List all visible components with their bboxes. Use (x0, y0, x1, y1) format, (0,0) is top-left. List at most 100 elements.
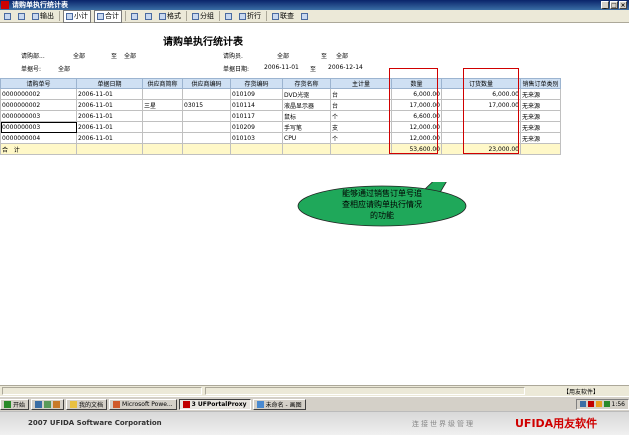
table-cell[interactable]: 鼠标 (282, 110, 331, 122)
table-cell[interactable]: 010103 (230, 132, 283, 144)
task-my-documents[interactable]: 我的文档 (66, 398, 108, 410)
table-cell[interactable]: 2006-11-01 (76, 132, 143, 144)
table-cell[interactable]: 个 (330, 132, 392, 144)
subtotal-button[interactable]: 小计 (63, 9, 91, 23)
table-cell[interactable]: DVD光驱 (282, 88, 331, 100)
table-cell[interactable] (182, 121, 231, 133)
col-header[interactable]: 存货名称 (282, 78, 331, 89)
total-label: 合计 (105, 12, 119, 20)
table-cell[interactable]: 010114 (230, 99, 283, 111)
wrap-button[interactable]: 折行 (237, 11, 263, 22)
sum-icon (97, 12, 104, 20)
col-header[interactable]: 请购单号 (0, 78, 77, 89)
selected-cell[interactable]: 0000000003 (0, 121, 77, 133)
ie-icon (35, 400, 43, 408)
folder-icon (70, 400, 78, 408)
total-button[interactable]: 合计 (94, 9, 122, 23)
table-cell[interactable]: 2006-11-01 (76, 99, 143, 111)
table-cell[interactable]: 0000000002 (0, 88, 77, 100)
task-powerpoint[interactable]: Microsoft Powe... (109, 398, 177, 410)
table-cell[interactable]: 010109 (230, 88, 283, 100)
col-header[interactable]: 供应商简称 (142, 78, 183, 89)
table-cell[interactable] (142, 132, 183, 144)
table-cell[interactable]: 无来源 (520, 110, 561, 122)
task-label: 3 UFPortalProxy (191, 400, 247, 408)
table-cell[interactable]: CPU (282, 132, 331, 144)
table-cell[interactable]: 03015 (182, 99, 231, 111)
ufida-icon (182, 400, 190, 408)
table-cell[interactable]: 无来源 (520, 88, 561, 100)
table-cell[interactable]: 手写笔 (282, 121, 331, 133)
table-cell[interactable] (182, 88, 231, 100)
export-icon (32, 12, 39, 20)
table-cell[interactable] (142, 121, 183, 133)
date-to-label: 至 (310, 66, 317, 73)
table-cell[interactable] (142, 110, 183, 122)
group-button[interactable]: 分组 (190, 11, 216, 22)
table-cell[interactable]: 台 (330, 88, 392, 100)
col-header[interactable]: 单据日期 (76, 78, 143, 89)
col-header[interactable]: 供应商编码 (182, 78, 231, 89)
task-ufportalproxy[interactable]: 3 UFPortalProxy (178, 398, 251, 410)
status-cell (205, 387, 525, 395)
table-cell[interactable]: 液晶显示器 (282, 99, 331, 111)
desktop-icon (44, 400, 52, 408)
network-icon[interactable] (579, 401, 586, 407)
total-cell (230, 143, 283, 155)
format-button[interactable]: 格式 (157, 11, 183, 22)
export-button[interactable]: 输出 (30, 11, 56, 22)
table-cell[interactable]: 无来源 (520, 121, 561, 133)
toolbar: 输出 小计 合计 格式 分组 折行 联查 (0, 9, 629, 23)
maximize-button[interactable]: □ (610, 1, 618, 9)
minimize-button[interactable]: _ (601, 1, 609, 9)
table-cell[interactable] (182, 132, 231, 144)
save-button[interactable] (129, 11, 140, 22)
subtotal-label: 小计 (74, 12, 88, 20)
table-cell[interactable]: 2006-11-01 (76, 110, 143, 122)
windows-logo-icon (4, 400, 11, 408)
start-button[interactable]: 开始 (0, 398, 30, 410)
col-header[interactable]: 销售订单类别 (520, 78, 561, 89)
col-header[interactable]: 主计量 (330, 78, 392, 89)
total-cell (76, 143, 143, 155)
table-cell[interactable]: 010209 (230, 121, 283, 133)
drilldown-label: 联查 (280, 12, 294, 20)
close-button[interactable]: × (619, 1, 627, 9)
dept-from-value: 全部 (73, 53, 86, 60)
printer-icon (4, 12, 11, 20)
table-cell[interactable]: 0000000002 (0, 99, 77, 111)
table-cell[interactable]: 个 (330, 110, 392, 122)
table-cell[interactable]: 0000000003 (0, 110, 77, 122)
table-cell[interactable]: 台 (330, 99, 392, 111)
table-cell[interactable]: 支 (330, 121, 392, 133)
print-button[interactable] (2, 11, 13, 22)
date-from-value: 2006-11-01 (264, 64, 299, 71)
drilldown-button[interactable]: 联查 (270, 11, 296, 22)
table-cell[interactable]: 无来源 (520, 99, 561, 111)
preview-button[interactable] (16, 11, 27, 22)
task-paint[interactable]: 未命名 - 画图 (252, 398, 306, 410)
input-method-icon[interactable] (587, 401, 594, 407)
doctype-value: 全部 (58, 66, 71, 73)
exit-button[interactable] (299, 11, 310, 22)
filter-button[interactable] (143, 11, 154, 22)
status-text: 【用友软件】 (562, 389, 599, 396)
staff-to-label: 至 (321, 53, 328, 60)
quicklaunch[interactable] (31, 398, 65, 410)
slogan-text: 连接世界级管理 (412, 420, 475, 428)
report-title: 请购单执行统计表 (163, 37, 243, 48)
table-cell[interactable]: 2006-11-01 (76, 121, 143, 133)
table-cell[interactable]: 2006-11-01 (76, 88, 143, 100)
table-cell[interactable]: 010117 (230, 110, 283, 122)
table-cell[interactable]: 三星 (142, 99, 183, 111)
table-cell[interactable]: 无来源 (520, 132, 561, 144)
clock[interactable]: 1:56 (612, 401, 625, 408)
table-cell[interactable]: 0000000004 (0, 132, 77, 144)
total-cell: 合 计 (0, 143, 77, 155)
antivirus-icon[interactable] (603, 401, 610, 407)
col-header[interactable]: 存货编码 (230, 78, 283, 89)
table-cell[interactable] (142, 88, 183, 100)
refresh-button[interactable] (223, 11, 234, 22)
volume-icon[interactable] (595, 401, 602, 407)
table-cell[interactable] (182, 110, 231, 122)
